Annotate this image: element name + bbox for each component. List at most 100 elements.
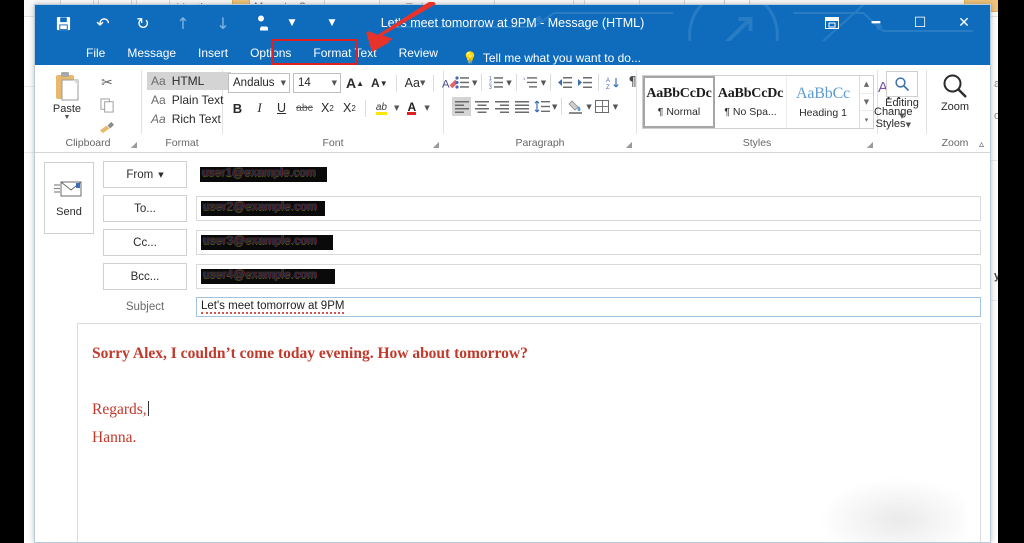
- tab-message[interactable]: Message: [116, 44, 187, 65]
- from-input[interactable]: user1@example.com: [196, 162, 981, 187]
- styles-dialog-launcher-icon[interactable]: ◢: [867, 138, 873, 151]
- field-row-bcc: Bcc... user4@example.com: [35, 263, 990, 290]
- styles-gallery[interactable]: AaBbCcDc ¶ Normal AaBbCcDc ¶ No Spa... A…: [642, 75, 874, 129]
- undo-icon[interactable]: ↶: [83, 8, 123, 38]
- send-button[interactable]: Send: [44, 162, 94, 234]
- format-plain-text-option[interactable]: Aa Plain Text: [147, 91, 231, 109]
- save-icon[interactable]: [43, 8, 83, 38]
- font-color-icon[interactable]: A: [402, 98, 421, 118]
- cc-input[interactable]: user3@example.com: [196, 230, 981, 255]
- sort-icon[interactable]: AZ: [603, 73, 622, 92]
- align-right-icon[interactable]: [492, 97, 511, 116]
- line-spacing-dropdown-icon[interactable]: ▼: [552, 103, 557, 111]
- shading-icon[interactable]: [566, 97, 585, 116]
- cc-label: Cc...: [133, 236, 157, 249]
- borders-dropdown-icon[interactable]: ▼: [613, 103, 618, 111]
- from-label: From: [126, 168, 154, 181]
- bullets-dropdown-icon[interactable]: ▼: [472, 79, 477, 87]
- ribbon-display-options-icon[interactable]: [810, 8, 854, 38]
- style-sample: AaBbCcDc: [717, 86, 784, 101]
- bcc-input[interactable]: user4@example.com: [196, 264, 981, 289]
- grow-font-button[interactable]: A ▲: [344, 73, 366, 93]
- cc-button[interactable]: Cc...: [103, 229, 187, 256]
- multilevel-list-icon[interactable]: 1: [521, 73, 540, 92]
- touch-mode-dropdown-icon[interactable]: ▼: [283, 8, 301, 38]
- bold-button[interactable]: B: [228, 98, 247, 118]
- multilevel-dropdown-icon[interactable]: ▼: [541, 79, 546, 87]
- subscript-button[interactable]: X2: [318, 98, 337, 118]
- close-icon[interactable]: ✕: [942, 8, 986, 38]
- superscript-button[interactable]: X2: [340, 98, 359, 118]
- more-styles-icon[interactable]: ▾: [860, 111, 873, 128]
- shrink-font-button[interactable]: A ▼: [369, 73, 390, 93]
- font-name-combo[interactable]: Andalus ▼: [228, 73, 290, 93]
- from-value-redacted: user1@example.com: [200, 167, 327, 182]
- format-option-label: Rich Text: [171, 112, 221, 126]
- tab-insert[interactable]: Insert: [187, 44, 239, 65]
- style-heading-1[interactable]: AaBbCc Heading 1: [787, 76, 859, 128]
- aa-italic-icon: Aa: [151, 112, 166, 126]
- align-center-icon[interactable]: [472, 97, 491, 116]
- screen: Meeting Move to: ? To Manager ← ply ar. …: [0, 0, 1024, 543]
- font-size-combo[interactable]: 14 ▼: [293, 73, 341, 93]
- scroll-up-icon[interactable]: ▲: [860, 76, 873, 94]
- font-color-dropdown-icon[interactable]: ▼: [424, 104, 429, 112]
- format-painter-icon[interactable]: [96, 117, 118, 137]
- highlight-dropdown-icon[interactable]: ▼: [394, 104, 399, 112]
- to-button[interactable]: To...: [103, 195, 187, 222]
- copy-icon[interactable]: [96, 95, 118, 115]
- align-left-icon[interactable]: [452, 97, 471, 116]
- italic-button[interactable]: I: [250, 98, 269, 118]
- text-highlight-color-icon[interactable]: ab: [372, 98, 391, 118]
- paste-button[interactable]: Paste ▼: [40, 69, 94, 121]
- customize-qat-icon[interactable]: ▼: [323, 8, 341, 38]
- strikethrough-button[interactable]: abc: [294, 98, 315, 118]
- to-input[interactable]: user2@example.com: [196, 196, 981, 221]
- aa-icon: Aa: [151, 74, 166, 88]
- clipboard-dialog-launcher-icon[interactable]: ◢: [131, 138, 137, 151]
- from-button[interactable]: From ▼: [103, 161, 187, 188]
- subject-value: Let's meet tomorrow at 9PM: [201, 300, 345, 314]
- minimize-icon[interactable]: ━: [854, 8, 898, 38]
- tab-format-text[interactable]: Format Text: [302, 44, 387, 65]
- decrease-indent-icon[interactable]: [555, 73, 574, 92]
- style-normal[interactable]: AaBbCcDc ¶ Normal: [643, 76, 715, 128]
- font-dialog-launcher-icon[interactable]: ◢: [433, 138, 439, 151]
- format-html-option[interactable]: Aa HTML: [147, 72, 231, 90]
- collapse-ribbon-icon[interactable]: ▵: [979, 139, 984, 150]
- paste-dropdown-icon[interactable]: ▼: [64, 114, 71, 121]
- touch-mode-icon[interactable]: [243, 8, 283, 38]
- message-body[interactable]: Sorry Alex, I couldn’t come today evenin…: [77, 323, 981, 542]
- borders-icon[interactable]: [593, 97, 612, 116]
- zoom-button[interactable]: Zoom: [932, 69, 978, 113]
- aa-icon: Aa: [151, 93, 166, 107]
- paragraph-dialog-launcher-icon[interactable]: ◢: [626, 138, 632, 151]
- tell-me-box[interactable]: 💡 Tell me what you want to do...: [449, 51, 641, 65]
- increase-indent-icon[interactable]: [575, 73, 594, 92]
- svg-text:A: A: [606, 78, 610, 84]
- scroll-down-icon[interactable]: ▼: [860, 94, 873, 112]
- tab-options[interactable]: Options: [239, 44, 302, 65]
- tab-review[interactable]: Review: [388, 44, 449, 65]
- subject-input[interactable]: Let's meet tomorrow at 9PM: [196, 297, 981, 317]
- paragraph-group-label: Paragraph ◢: [515, 137, 632, 151]
- style-no-spacing[interactable]: AaBbCcDc ¶ No Spa...: [715, 76, 787, 128]
- scissors-icon[interactable]: ✂: [96, 73, 118, 93]
- editing-button[interactable]: Editing ▼: [883, 69, 921, 122]
- editing-label: Editing: [885, 97, 919, 109]
- format-rich-text-option[interactable]: Aa Rich Text: [147, 110, 231, 128]
- justify-icon[interactable]: [512, 97, 531, 116]
- numbering-icon[interactable]: 123: [486, 73, 505, 92]
- redo-icon[interactable]: ↻: [123, 8, 163, 38]
- tab-file[interactable]: File: [75, 44, 116, 65]
- styles-gallery-scroll[interactable]: ▲ ▼ ▾: [859, 76, 873, 128]
- bcc-button[interactable]: Bcc...: [103, 263, 187, 290]
- change-case-button[interactable]: Aa ▼: [403, 73, 428, 93]
- underline-button[interactable]: U: [272, 98, 291, 118]
- numbering-dropdown-icon[interactable]: ▼: [506, 79, 511, 87]
- bullets-icon[interactable]: [452, 73, 471, 92]
- field-row-subject: Subject Let's meet tomorrow at 9PM: [35, 297, 990, 317]
- maximize-icon[interactable]: ☐: [898, 8, 942, 38]
- shading-dropdown-icon[interactable]: ▼: [586, 103, 591, 111]
- line-spacing-icon[interactable]: [532, 97, 551, 116]
